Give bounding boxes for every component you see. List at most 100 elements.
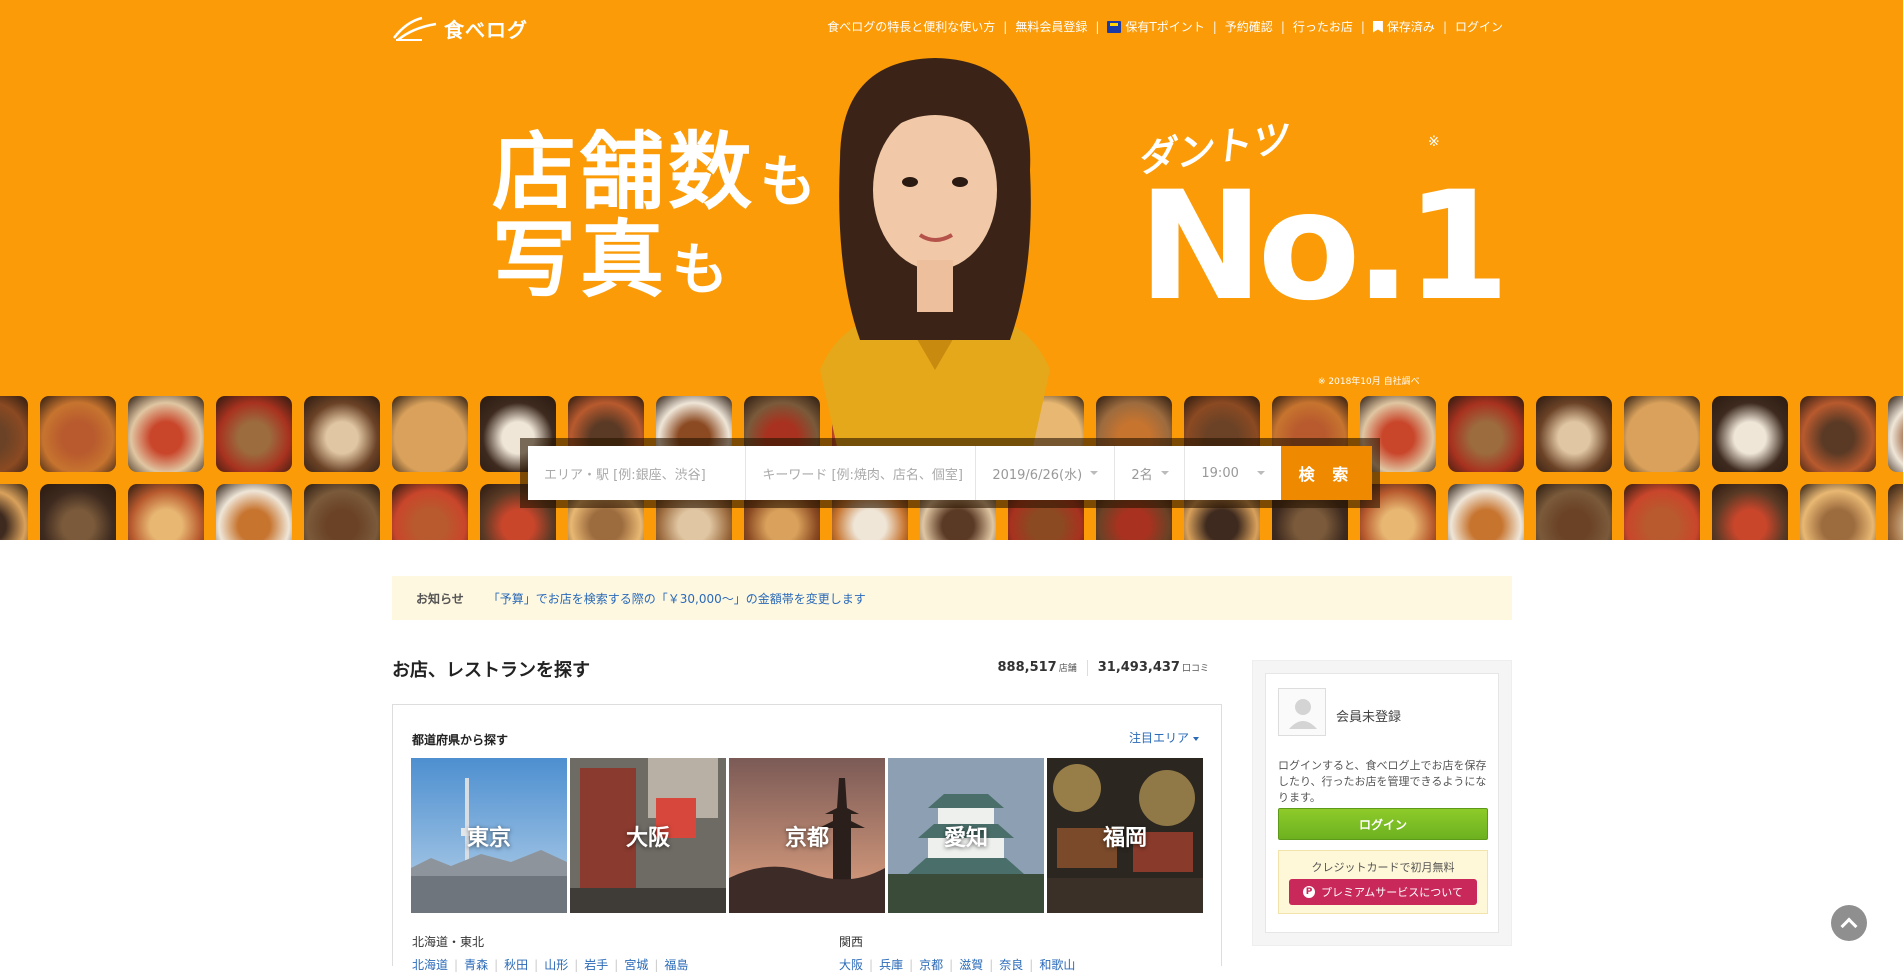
people-select[interactable]: 2名 — [1115, 446, 1186, 500]
pref-link-wakayama[interactable]: 和歌山 — [1039, 956, 1075, 973]
chevron-down-icon — [1090, 471, 1099, 475]
prefecture-search-card: 都道府県から探す 注目エリア 東京 大阪 京都 愛知 福岡 北海道・東北 北海道… — [392, 704, 1222, 972]
nav-features-link[interactable]: 食べログの特長と便利な使い方 — [819, 18, 1003, 35]
region-hokkaido-tohoku: 北海道・東北 北海道 | 青森 | 秋田 | 山形 | 岩手 | 宮城 | 福島 — [412, 933, 688, 973]
pref-link-yamagata[interactable]: 山形 — [544, 956, 568, 973]
nav-tpoint-link[interactable]: 保有Tポイント — [1099, 18, 1212, 35]
food-photo-tile — [392, 396, 468, 472]
food-photo-tile — [304, 484, 380, 540]
login-button[interactable]: ログイン — [1278, 808, 1488, 840]
link-separator: | — [494, 957, 499, 972]
time-select[interactable]: 19:00 — [1185, 446, 1280, 500]
prefecture-tile-kyoto[interactable]: 京都 — [729, 758, 885, 913]
chevron-up-icon — [1840, 917, 1858, 935]
pref-link-fukushima[interactable]: 福島 — [664, 956, 688, 973]
premium-service-button[interactable]: P プレミアムサービスについて — [1289, 879, 1477, 905]
nav-separator: | — [1003, 19, 1008, 34]
featured-area-toggle[interactable]: 注目エリア — [1129, 729, 1199, 746]
pref-link-hyogo[interactable]: 兵庫 — [879, 956, 903, 973]
food-photo-tile — [128, 396, 204, 472]
notice-bar: お知らせ 「予算」でお店を検索する際の「￥30,000〜」の金額帯を変更します — [392, 576, 1512, 620]
region-prefecture-links: 北海道 | 青森 | 秋田 | 山形 | 岩手 | 宮城 | 福島 — [412, 956, 688, 973]
prefecture-tile-fukuoka[interactable]: 福岡 — [1047, 758, 1203, 913]
pref-link-miyagi[interactable]: 宮城 — [624, 956, 648, 973]
nav-register-link[interactable]: 無料会員登録 — [1007, 18, 1095, 35]
food-photo-tile — [128, 484, 204, 540]
nav-login-link[interactable]: ログイン — [1447, 18, 1511, 35]
member-sidebar: 会員未登録 ログインすると、食べログ上でお店を保存したり、行ったお店を管理できる… — [1252, 660, 1512, 946]
food-photo-tile — [1624, 484, 1700, 540]
nav-separator: | — [1095, 19, 1100, 34]
link-separator: | — [454, 957, 459, 972]
nav-saved-link[interactable]: 保存済み — [1365, 18, 1443, 35]
pref-link-kyoto[interactable]: 京都 — [919, 956, 943, 973]
site-stats: 888,517 店舗 31,493,437 口コミ — [998, 660, 1209, 676]
prefecture-name-osaka: 大阪 — [625, 826, 670, 851]
premium-promo-text: クレジットカードで初月無料 — [1311, 861, 1455, 874]
top-navigation: 食べログの特長と便利な使い方 | 無料会員登録 | 保有Tポイント | 予約確認… — [819, 18, 1511, 35]
nav-visited-label: 行ったお店 — [1292, 20, 1353, 34]
food-photo-tile — [304, 396, 380, 472]
link-separator: | — [534, 957, 539, 972]
pref-link-akita[interactable]: 秋田 — [504, 956, 528, 973]
food-photo-tile — [40, 396, 116, 472]
link-separator: | — [949, 957, 954, 972]
page-title: お店、レストランを探す — [392, 660, 590, 681]
nav-saved-label: 保存済み — [1386, 20, 1435, 34]
no1-text: No.1 — [1138, 160, 1510, 334]
member-panel: 会員未登録 ログインすると、食べログ上でお店を保存したり、行ったお店を管理できる… — [1265, 673, 1499, 933]
link-separator: | — [869, 957, 874, 972]
prefecture-name-tokyo: 東京 — [466, 826, 511, 851]
nav-reservation-link[interactable]: 予約確認 — [1217, 18, 1281, 35]
area-search-input[interactable]: エリア・駅 [例:銀座、渋谷] — [528, 446, 747, 500]
region-kansai: 関西 大阪 | 兵庫 | 京都 | 滋賀 | 奈良 | 和歌山 — [839, 933, 1075, 973]
featured-area-label: 注目エリア — [1128, 731, 1189, 745]
pref-link-hokkaido[interactable]: 北海道 — [412, 956, 448, 973]
hero-banner: 食べログ 食べログの特長と便利な使い方 | 無料会員登録 | 保有Tポイント |… — [0, 0, 1903, 540]
pref-link-shiga[interactable]: 滋賀 — [959, 956, 983, 973]
user-silhouette-icon — [1289, 699, 1317, 729]
chevron-down-icon — [1160, 471, 1169, 475]
link-separator: | — [1029, 957, 1034, 972]
people-value: 2名 — [1131, 467, 1153, 483]
date-select[interactable]: 2019/6/26(水) — [976, 446, 1116, 500]
food-photo-tile — [1448, 484, 1524, 540]
nav-visited-link[interactable]: 行ったお店 — [1285, 18, 1361, 35]
tabelog-logo[interactable]: 食べログ — [392, 14, 528, 43]
food-photo-tile — [1536, 484, 1612, 540]
food-photo-tile — [0, 396, 28, 472]
premium-promo: クレジットカードで初月無料 P プレミアムサービスについて — [1278, 850, 1488, 914]
notice-label: お知らせ — [416, 591, 464, 606]
scroll-to-top-button[interactable] — [1831, 905, 1867, 941]
pref-link-nara[interactable]: 奈良 — [999, 956, 1023, 973]
avatar — [1278, 688, 1326, 736]
prefecture-tile-tokyo[interactable]: 東京 — [411, 758, 567, 913]
no1-asterisk: ※ — [1428, 134, 1440, 150]
chevron-down-icon — [1256, 471, 1265, 475]
nav-tpoint-label: 保有Tポイント — [1125, 20, 1205, 34]
region-name: 関西 — [839, 935, 864, 949]
prefecture-name-aichi: 愛知 — [943, 826, 988, 851]
link-separator: | — [574, 957, 579, 972]
pref-link-osaka[interactable]: 大阪 — [839, 956, 863, 973]
premium-p-icon: P — [1303, 886, 1316, 898]
reviews-count: 31,493,437 — [1097, 660, 1180, 675]
keyword-search-input[interactable]: キーワード [例:焼肉、店名、個室] — [746, 446, 977, 500]
nav-separator: | — [1360, 19, 1365, 34]
pref-link-aomori[interactable]: 青森 — [464, 956, 488, 973]
prefecture-tile-aichi[interactable]: 愛知 — [888, 758, 1044, 913]
food-photo-tile — [1712, 396, 1788, 472]
login-description: ログインすると、食べログ上でお店を保存したり、行ったお店を管理できるようになりま… — [1278, 759, 1487, 804]
prefecture-card-title: 都道府県から探す — [412, 733, 509, 747]
search-bar: エリア・駅 [例:銀座、渋谷] キーワード [例:焼肉、店名、個室] 2019/… — [528, 446, 1373, 500]
chevron-down-icon — [1193, 736, 1199, 741]
pref-link-iwate[interactable]: 岩手 — [584, 956, 608, 973]
prefecture-name-kyoto: 京都 — [784, 826, 829, 851]
notice-link[interactable]: 「予算」でお店を検索する際の「￥30,000〜」の金額帯を変更します — [488, 590, 866, 607]
prefecture-tile-osaka[interactable]: 大阪 — [570, 758, 726, 913]
food-photo-tile — [216, 484, 292, 540]
nav-separator: | — [1212, 19, 1217, 34]
prefecture-name-fukuoka: 福岡 — [1102, 826, 1147, 851]
search-button[interactable]: 検 索 — [1280, 446, 1373, 500]
logo-text: 食べログ — [444, 18, 528, 42]
